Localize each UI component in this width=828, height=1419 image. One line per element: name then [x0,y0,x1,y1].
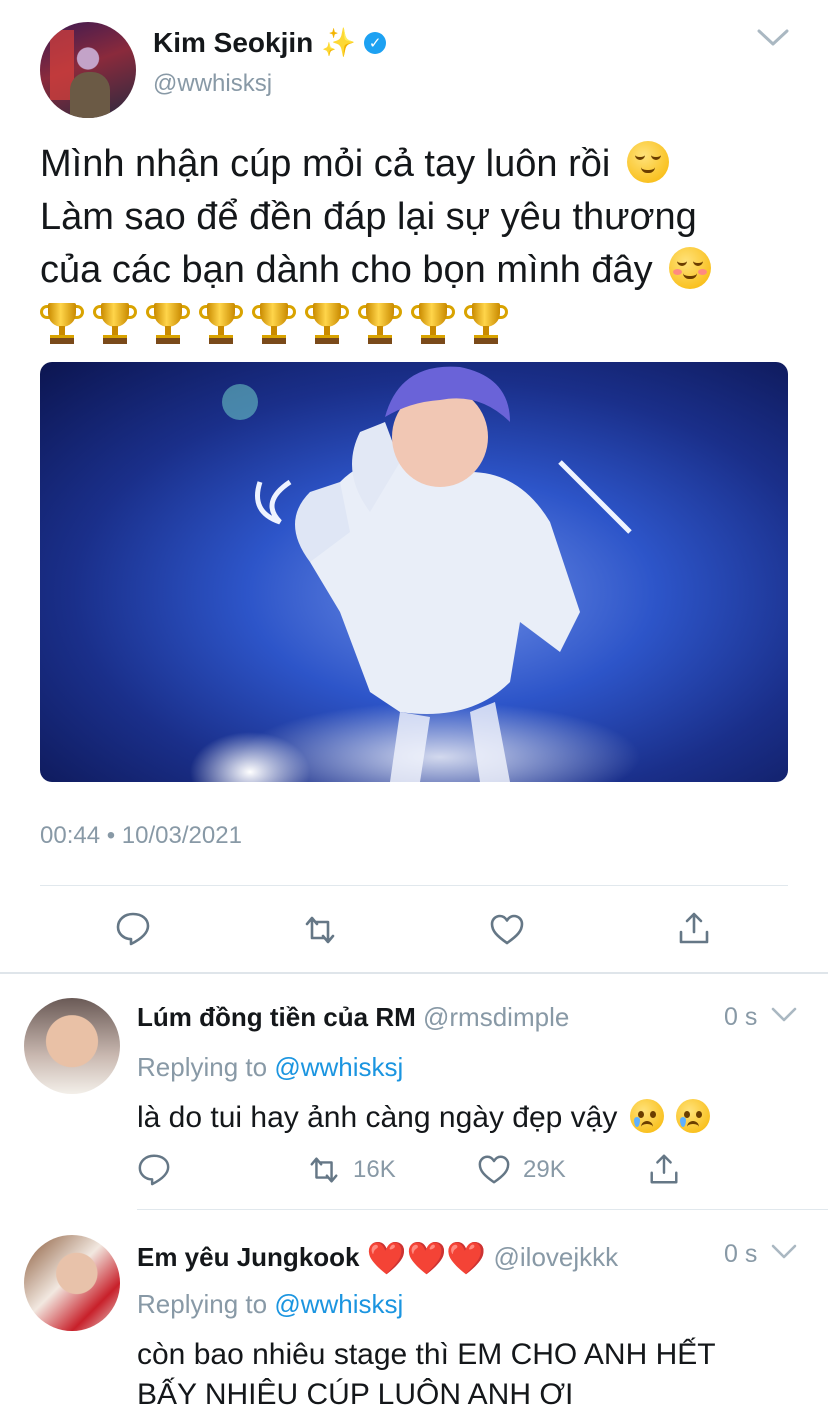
verified-badge-icon: ✓ [364,31,387,54]
tweet-photo[interactable] [40,362,788,782]
reply-2-name[interactable]: Em yêu Jungkook [137,1242,360,1272]
author-name-row: Kim Seokjin ✨ ✓ [153,26,387,59]
trophy-emoji [464,301,508,347]
reply-1-time: 0 s [724,1003,758,1031]
reply-1-name-row: Lúm đồng tiền của RM @rmsdimple [137,1002,569,1033]
tweet-timestamp[interactable]: 00:44 • 10/03/2021 [40,822,242,850]
reply-1-like-count: 29K [523,1156,566,1183]
retweet-icon[interactable] [302,912,338,948]
trophy-emoji [305,301,349,347]
reply-tweet-2[interactable]: Em yêu Jungkook ❤️❤️❤️ @ilovejkkk 0 s Re… [0,1211,828,1419]
trophy-emoji [93,301,137,347]
reply-1-text-content: là do tui hay ảnh càng ngày đẹp vậy [137,1101,618,1134]
reply-1-text: là do tui hay ảnh càng ngày đẹp vậy [137,1098,797,1138]
reply-1-replying-to: Replying to @wwhisksj [137,1052,403,1083]
reply-2-replying-to: Replying to @wwhisksj [137,1289,403,1320]
red-hearts-emoji: ❤️❤️❤️ [366,1240,487,1276]
chevron-down-icon[interactable] [770,1006,798,1024]
sparkles-emoji: ✨ [321,27,357,58]
smiling-face-with-hearts-emoji [669,246,712,289]
divider [40,885,788,886]
reply-2-line-2: BẤY NHIÊU CÚP LUÔN ANH ƠI [137,1378,574,1411]
reply-1-mention-link[interactable]: @wwhisksj [274,1052,403,1082]
author-name[interactable]: Kim Seokjin [153,27,313,59]
reply-2-name-row: Em yêu Jungkook ❤️❤️❤️ @ilovejkkk [137,1239,618,1277]
author-avatar[interactable] [40,22,136,118]
trophy-emoji [40,301,84,347]
reply-2-line-1: còn bao nhiêu stage thì EM CHO ANH HẾT [137,1338,716,1371]
trophy-emoji [146,301,190,347]
tweet-line-1: Mình nhận cúp mỏi cả tay luôn rồi [40,138,800,191]
trophy-emoji [411,301,455,347]
tweet-line-2: Làm sao để đền đáp lại sự yêu thương [40,196,697,238]
divider [137,1209,828,1210]
share-icon[interactable] [676,910,712,946]
replying-prefix: Replying to [137,1289,268,1319]
like-icon[interactable] [489,912,525,948]
trophy-emoji-row [40,301,800,347]
chevron-down-icon[interactable] [756,28,790,48]
tweet-line-3: của các bạn dành cho bọn mình đây [40,244,800,297]
tweet-text: Mình nhận cúp mỏi cả tay luôn rồi Làm sa… [40,138,800,347]
tweet-line-1-text: Mình nhận cúp mỏi cả tay luôn rồi [40,143,611,185]
reply-1-retweet-count: 16K [353,1156,396,1183]
chevron-down-icon[interactable] [770,1243,798,1261]
tweet-line-3-text: của các bạn dành cho bọn mình đây [40,249,653,291]
main-tweet: Kim Seokjin ✨ ✓ @wwhisksj Mình nhận cúp … [0,0,828,972]
trophy-emoji [358,301,402,347]
retweet-icon[interactable] [307,1153,341,1187]
reply-1-avatar[interactable] [24,998,120,1094]
reply-icon[interactable] [137,1152,171,1186]
reply-2-mention-link[interactable]: @wwhisksj [274,1289,403,1319]
reply-2-handle[interactable]: @ilovejkkk [494,1242,619,1272]
trophy-emoji [199,301,243,347]
reply-2-text: còn bao nhiêu stage thì EM CHO ANH HẾT B… [137,1335,797,1415]
relieved-face-emoji [626,140,669,183]
reply-1-handle[interactable]: @rmsdimple [423,1002,569,1032]
reply-2-time: 0 s [724,1240,758,1268]
replying-prefix: Replying to [137,1052,268,1082]
reply-1-actions: 16K 29K [137,1152,697,1192]
trophy-emoji [252,301,296,347]
share-icon[interactable] [647,1152,681,1186]
reply-1-name[interactable]: Lúm đồng tiền của RM [137,1002,416,1032]
reply-tweet-1[interactable]: Lúm đồng tiền của RM @rmsdimple 0 s Repl… [0,974,828,1210]
author-handle[interactable]: @wwhisksj [153,70,272,98]
crying-face-emoji [629,1099,664,1133]
crying-face-emoji [676,1099,711,1133]
reply-2-avatar[interactable] [24,1235,120,1331]
reply-icon[interactable] [115,910,151,946]
like-icon[interactable] [477,1153,511,1187]
